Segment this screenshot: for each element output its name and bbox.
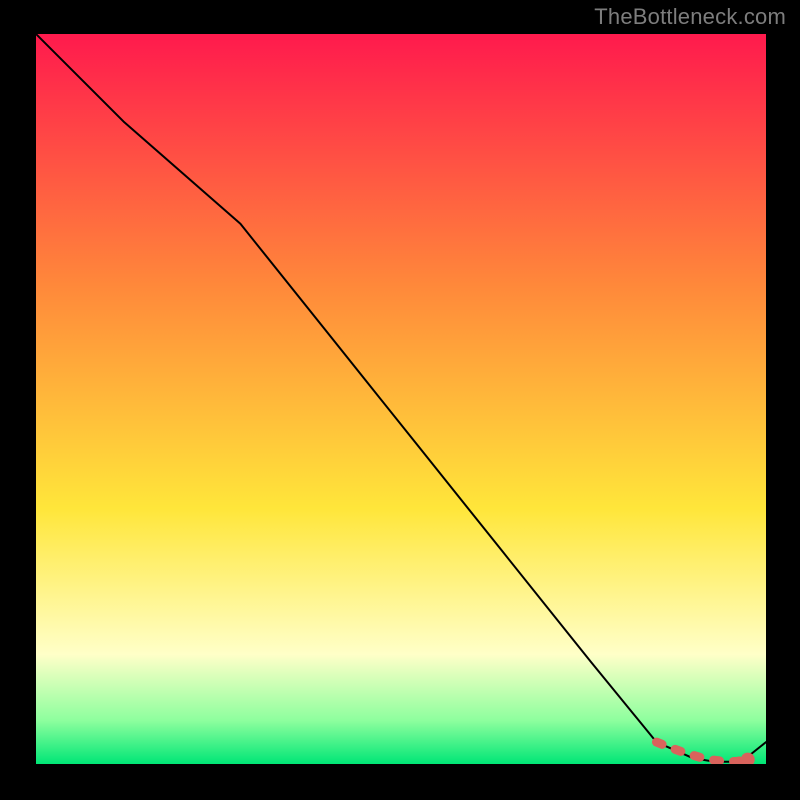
gradient-bg <box>36 34 766 764</box>
plot-area <box>36 34 766 764</box>
chart-svg <box>36 34 766 764</box>
watermark-text: TheBottleneck.com <box>594 4 786 30</box>
chart-frame: TheBottleneck.com <box>0 0 800 800</box>
